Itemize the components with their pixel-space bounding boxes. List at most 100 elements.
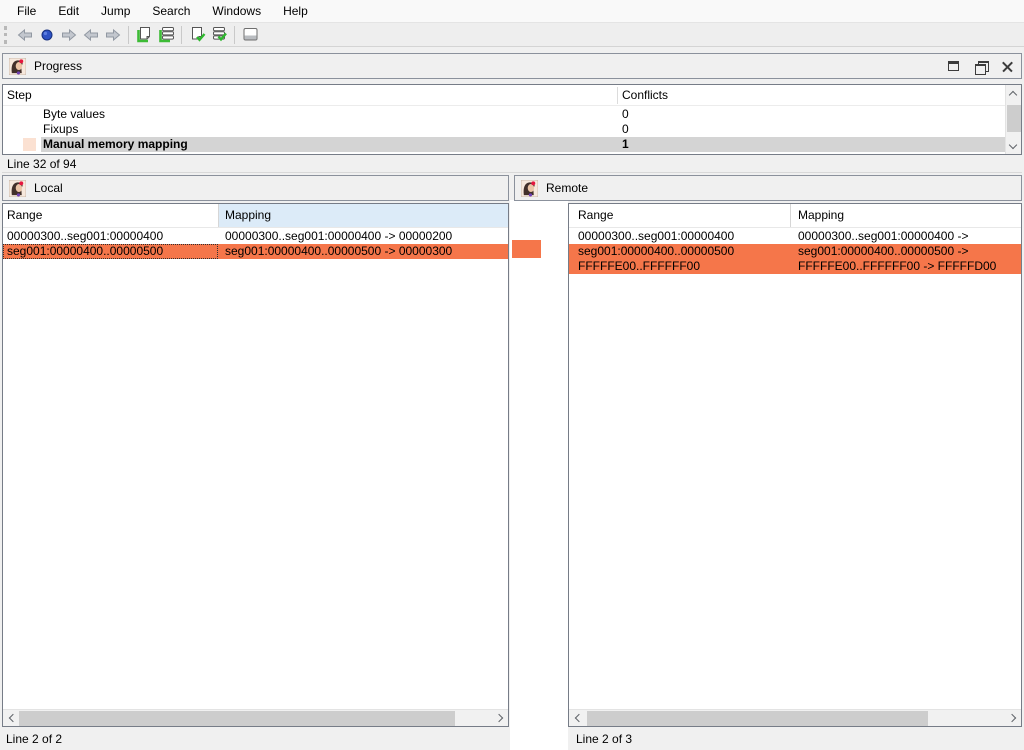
remote-title: Remote [546,181,588,195]
menu-search[interactable]: Search [141,0,201,22]
maximize-button[interactable] [940,54,967,78]
table-row-selected[interactable]: seg001:00000400..00000500 seg001:0000040… [569,244,1021,259]
column-header-conflicts[interactable]: Conflicts [622,88,668,102]
progress-table: Step Conflicts Byte values 0 Fixups 0 Ma… [2,84,1022,155]
scrollbar-thumb[interactable] [587,711,928,726]
column-header-range[interactable]: Range [3,204,218,227]
table-row[interactable]: Byte values 0 [3,107,1005,122]
scroll-up-button[interactable] [1005,85,1021,101]
range-cell: FFFFFE00..FFFFFF00 [569,259,790,274]
column-header-step[interactable]: Step [7,88,32,102]
scrollbar-thumb[interactable] [1007,105,1021,132]
remote-table-header[interactable]: Range Mapping [569,204,1021,228]
current-position-button[interactable] [36,24,58,46]
conflicts-cell: 0 [622,122,629,137]
table-row-selected[interactable]: FFFFFE00..FFFFFF00 FFFFFE00..FFFFFF00 ->… [569,259,1021,274]
menu-help[interactable]: Help [272,0,319,22]
column-divider[interactable] [617,87,618,104]
restore-button[interactable] [967,54,994,78]
scrollbar-thumb[interactable] [19,711,455,726]
file-accept-button[interactable] [186,24,208,46]
scroll-left-button[interactable] [3,710,19,726]
table-row[interactable]: 00000300..seg001:00000400 00000300..seg0… [3,229,508,244]
forward-arrow-button[interactable] [58,24,80,46]
toolbar [0,22,1024,47]
ida-logo-icon [521,180,538,197]
toolbar-separator [234,26,235,44]
restore-icon [975,61,987,72]
back-arrow-icon [17,27,33,43]
mapping-cell: FFFFFE00..FFFFFF00 -> FFFFFD00 [790,259,1021,274]
toolbar-separator [128,26,129,44]
chevron-right-icon [494,714,502,722]
segments-button[interactable] [155,24,177,46]
segments-accept-icon [211,26,228,43]
remote-horizontal-scrollbar[interactable] [569,709,1021,726]
current-position-icon [39,27,55,43]
column-divider[interactable] [218,204,219,227]
menu-bar: File Edit Jump Search Windows Help [0,0,1024,22]
progress-titlebar[interactable]: Progress [2,53,1022,79]
progress-table-header[interactable]: Step Conflicts [3,85,1005,106]
chevron-right-icon [1007,714,1015,722]
column-header-mapping[interactable]: Mapping [790,204,1021,227]
conflicts-cell: 1 [622,137,629,152]
ida-logo-icon [9,58,26,75]
scroll-right-button[interactable] [492,710,508,726]
conflict-link-marker [512,240,541,258]
local-horizontal-scrollbar[interactable] [3,709,508,726]
back-arrow-button[interactable] [14,24,36,46]
progress-vertical-scrollbar[interactable] [1005,85,1021,154]
local-title: Local [34,181,63,195]
open-file-button[interactable] [133,24,155,46]
local-table: Range Mapping 00000300..seg001:00000400 … [2,203,509,727]
progress-status-bar: Line 32 of 94 [2,155,1022,173]
menu-edit[interactable]: Edit [47,0,90,22]
file-accept-icon [189,26,206,43]
forward-arrow-alt-icon [105,27,121,43]
chevron-down-icon [1009,140,1017,148]
menu-file[interactable]: File [6,0,47,22]
conflicts-cell: 0 [622,107,629,122]
maximize-icon [948,61,959,71]
column-header-mapping[interactable]: Mapping [218,204,508,227]
local-table-header[interactable]: Range Mapping [3,204,508,228]
scroll-right-button[interactable] [1005,710,1021,726]
menu-windows[interactable]: Windows [201,0,272,22]
range-cell: seg001:00000400..00000500 [3,244,218,259]
range-cell: 00000300..seg001:00000400 [3,229,218,244]
back-arrow-alt-icon [83,27,99,43]
table-row-selected[interactable]: seg001:00000400..00000500 seg001:0000040… [3,244,508,259]
window-icon [242,26,259,43]
table-row[interactable]: Fixups 0 [3,122,1005,137]
scroll-down-button[interactable] [1005,138,1021,154]
table-row[interactable]: 00000300..seg001:00000400 00000300..seg0… [569,229,1021,244]
table-row-selected[interactable]: Manual memory mapping 1 [3,137,1005,152]
local-status-bar: Line 2 of 2 [0,729,510,749]
chevron-left-icon [574,714,582,722]
mapping-cell: 00000300..seg001:00000400 -> 00000200 [218,229,508,244]
column-header-range[interactable]: Range [569,204,790,227]
close-icon [1002,61,1013,72]
open-file-icon [136,26,153,43]
close-button[interactable] [994,54,1021,78]
forward-arrow-icon [61,27,77,43]
back-arrow-alt-button[interactable] [80,24,102,46]
ida-logo-icon [9,180,26,197]
pane-connector-area [510,200,568,750]
column-divider[interactable] [790,204,791,227]
window-button[interactable] [239,24,261,46]
range-cell: 00000300..seg001:00000400 [569,229,790,244]
remote-status-bar: Line 2 of 3 [568,729,1024,749]
remote-table: Range Mapping 00000300..seg001:00000400 … [568,203,1022,727]
toolbar-separator [181,26,182,44]
toolbar-grip[interactable] [4,26,8,44]
mapping-cell: 00000300..seg001:00000400 -> 00000200 [790,229,1021,244]
scroll-left-button[interactable] [569,710,585,726]
menu-jump[interactable]: Jump [90,0,141,22]
step-cell: Byte values [43,107,105,122]
local-titlebar[interactable]: Local [2,175,509,201]
segments-accept-button[interactable] [208,24,230,46]
forward-arrow-alt-button[interactable] [102,24,124,46]
remote-titlebar[interactable]: Remote [514,175,1022,201]
